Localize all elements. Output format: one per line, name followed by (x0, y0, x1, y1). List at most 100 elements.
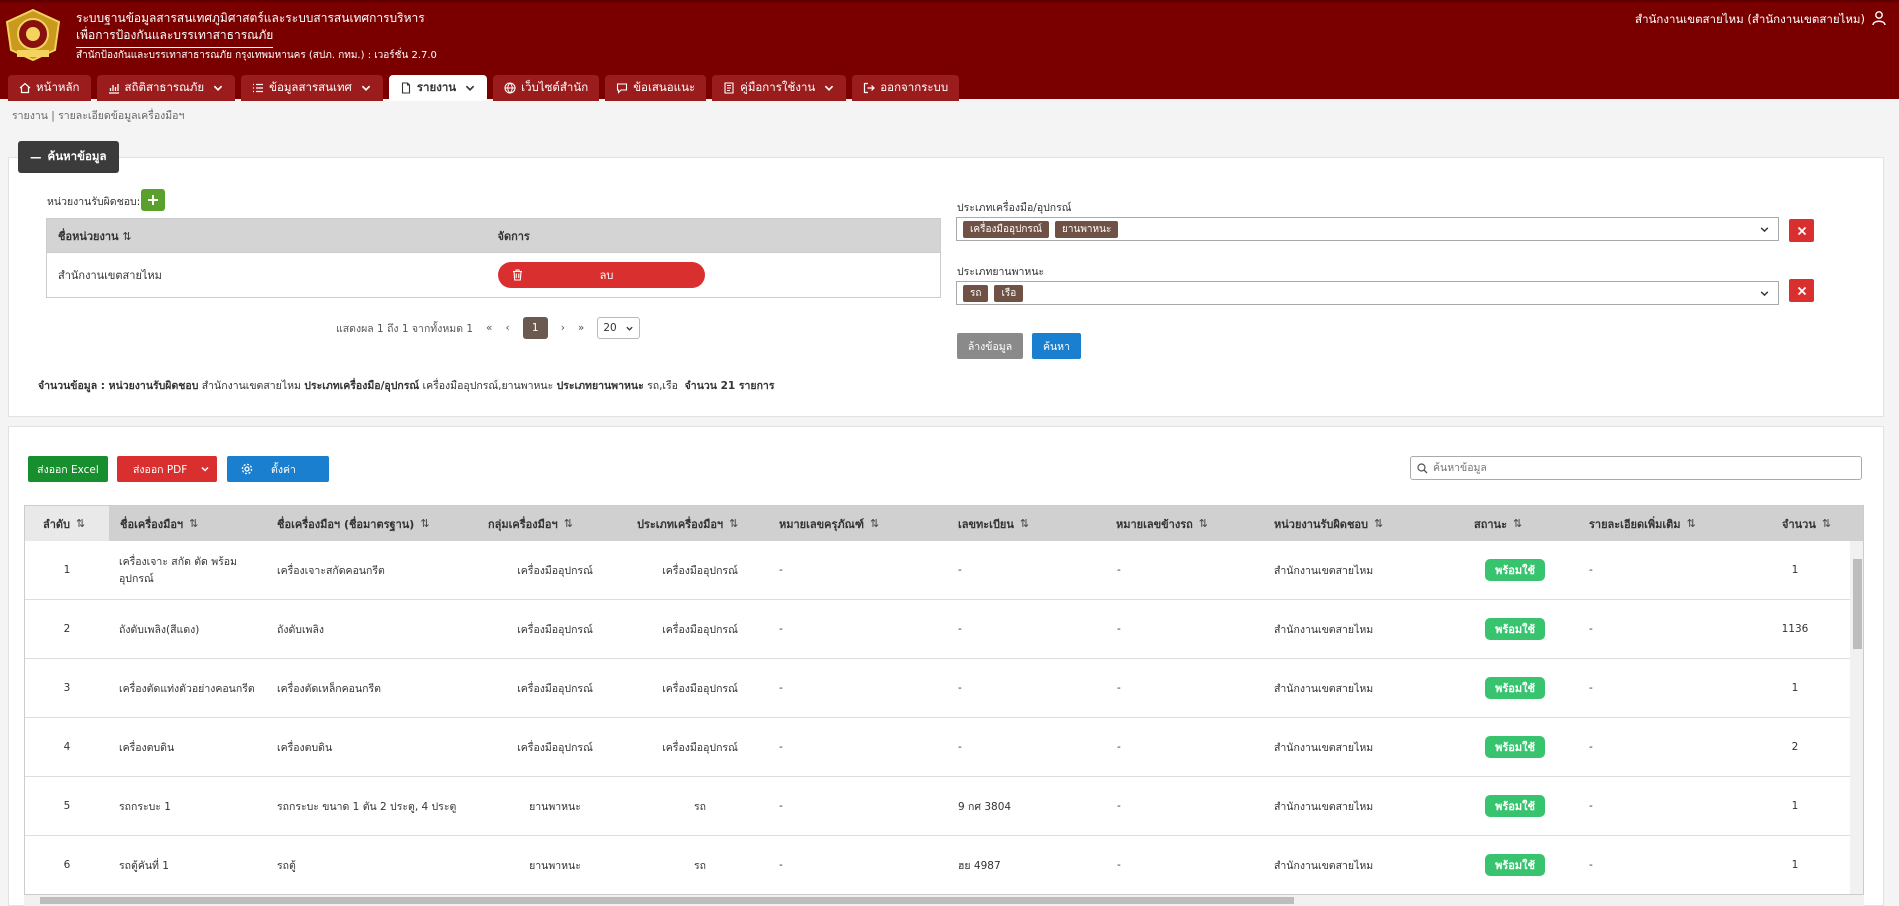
col-header-name[interactable]: ชื่อเครื่องมือฯ ⇅ (120, 506, 198, 541)
nav-website[interactable]: เว็บไซต์สำนัก (493, 75, 600, 101)
cell-name: เครื่องเจาะ สกัด ตัด พร้อม อุปกรณ์ (119, 556, 237, 585)
current-page-button[interactable]: 1 (522, 317, 548, 339)
search-panel-toggle[interactable]: — ค้นหาข้อมูล (18, 141, 119, 173)
nav-information[interactable]: ข้อมูลสารสนเทศ (241, 75, 383, 101)
minus-icon: — (30, 150, 42, 164)
chip-car[interactable]: รถ (963, 284, 989, 302)
add-unit-button[interactable] (141, 189, 165, 211)
table-row[interactable]: 3 เครื่องตัดแท่งตัวอย่างคอนกรีต เครื่องตัด… (25, 659, 1850, 718)
nav-logout[interactable]: ออกจากระบบ (852, 75, 960, 101)
status-badge: พร้อมใช้ (1485, 559, 1545, 581)
status-badge: พร้อมใช้ (1485, 677, 1545, 699)
first-page-button[interactable]: « (486, 322, 492, 334)
cell-side-no: - (1117, 564, 1121, 576)
cell-asset-no: - (779, 741, 783, 753)
cell-asset-no: - (779, 564, 783, 576)
breadcrumb: รายงาน | รายละเอียดข้อมูลเครื่องมือฯ (12, 110, 185, 122)
table-search-box[interactable] (1410, 456, 1862, 480)
nav-website-label: เว็บไซต์สำนัก (521, 80, 589, 94)
cell-asset-no: - (779, 859, 783, 871)
user-icon[interactable] (1871, 10, 1887, 26)
col-header-group[interactable]: กลุ่มเครื่องมือฯ ⇅ (488, 506, 573, 541)
next-page-button[interactable]: › (561, 322, 565, 334)
user-name[interactable]: สำนักงานเขตสายไหม (สำนักงานเขตสายไหม) (1635, 11, 1865, 29)
cell-plate: - (958, 682, 962, 694)
table-row[interactable]: 4 เครื่องตบดิน เครื่องตบดิน เครื่องมืออุปกร… (25, 718, 1850, 777)
nav-home[interactable]: หน้าหลัก (8, 75, 91, 101)
nav-home-label: หน้าหลัก (36, 80, 80, 94)
col-header-asset-no[interactable]: หมายเลขครุภัณฑ์ ⇅ (779, 506, 879, 541)
cell-unit: สำนักงานเขตสายไหม (1274, 564, 1374, 577)
unit-name-header[interactable]: ชื่อหน่วยงาน ⇅ (46, 218, 487, 253)
cell-qty: 1 (1791, 682, 1799, 694)
unit-pagination: แสดงผล 1 ถึง 1 จากทั้งหมด 1 « ‹ 1 › » 20 (336, 317, 641, 339)
chip-equipment[interactable]: เครื่องมืออุปกรณ์ (963, 220, 1050, 238)
export-pdf-button[interactable]: ส่งออก PDF (117, 456, 217, 482)
nav-logout-label: ออกจากระบบ (880, 80, 949, 94)
col-header-std-name[interactable]: ชื่อเครื่องมือฯ (ชื่อมาตรฐาน) ⇅ (277, 506, 430, 541)
cell-type: เครื่องมืออุปกรณ์ (662, 741, 738, 754)
delete-unit-button[interactable]: ลบ (497, 262, 705, 288)
clear-button[interactable]: ล้างข้อมูล (957, 333, 1023, 359)
vertical-scrollbar-thumb[interactable] (1853, 559, 1862, 649)
page-size-select[interactable]: 20 (597, 317, 641, 339)
horizontal-scrollbar-thumb[interactable] (40, 897, 1294, 904)
table-row[interactable]: 1 เครื่องเจาะ สกัด ตัด พร้อม อุปกรณ์ เครื่… (25, 541, 1850, 600)
nav-feedback[interactable]: ข้อเสนอแนะ (605, 75, 707, 101)
nav-statistics[interactable]: สถิติสาธารณภัย (96, 75, 236, 101)
col-header-qty[interactable]: จำนวน ⇅ (1782, 506, 1831, 541)
chip-vehicle[interactable]: ยานพาหนะ (1055, 220, 1119, 238)
vehicle-type-select[interactable]: รถ เรือ (956, 281, 1779, 305)
table-row[interactable]: 6 รถตู้คันที่ 1 รถตู้ ยานพาหนะ รถ - ฮย 4987- สำ… (25, 836, 1850, 894)
prev-page-button[interactable]: ‹ (505, 322, 509, 334)
cell-std-name: ถังดับเพลิง (277, 623, 325, 636)
nav-manual-label: คู่มือการใช้งาน (740, 80, 816, 94)
cell-plate: - (958, 741, 962, 753)
col-header-status[interactable]: สถานะ ⇅ (1474, 506, 1522, 541)
col-header-no[interactable]: ลำดับ ⇅ (25, 506, 109, 541)
horizontal-scrollbar[interactable] (24, 895, 1864, 906)
col-header-side-no[interactable]: หมายเลขข้างรถ ⇅ (1116, 506, 1208, 541)
cell-side-no: - (1117, 623, 1121, 635)
cell-plate: 9 กศ 3804 (958, 800, 1012, 813)
file-icon (401, 82, 410, 94)
unit-name: สำนักงานเขตสายไหม (46, 252, 487, 298)
equipment-type-select[interactable]: เครื่องมืออุปกรณ์ ยานพาหนะ (956, 217, 1779, 241)
pagination-info: แสดงผล 1 ถึง 1 จากทั้งหมด 1 (336, 322, 474, 335)
col-header-plate[interactable]: เลขทะเบียน ⇅ (958, 506, 1029, 541)
vertical-scrollbar[interactable] (1850, 541, 1863, 894)
list-icon (253, 83, 264, 93)
cell-type: เครื่องมืออุปกรณ์ (662, 682, 738, 695)
clear-vehicle-type-button[interactable] (1789, 279, 1814, 302)
col-header-unit[interactable]: หน่วยงานรับผิดชอบ ⇅ (1274, 506, 1383, 541)
nav-reports[interactable]: รายงาน (388, 75, 488, 101)
equipment-type-label: ประเภทเครื่องมือ/อุปกรณ์ (957, 202, 1072, 214)
col-header-type[interactable]: ประเภทเครื่องมือฯ ⇅ (637, 506, 738, 541)
nav-manual[interactable]: คู่มือการใช้งาน (712, 75, 847, 101)
cell-qty: 1 (1791, 800, 1799, 812)
table-search-input[interactable] (1433, 462, 1853, 474)
cell-unit: สำนักงานเขตสายไหม (1274, 682, 1374, 695)
equipment-table-body: 1 เครื่องเจาะ สกัด ตัด พร้อม อุปกรณ์เครื่… (25, 541, 1850, 894)
cell-no: 1 (63, 564, 71, 576)
organization-logo (5, 8, 61, 62)
clear-equipment-type-button[interactable] (1789, 219, 1814, 242)
export-excel-button[interactable]: ส่งออก Excel (28, 456, 108, 482)
chevron-down-icon (825, 85, 834, 91)
cell-name: รถตู้คันที่ 1 (119, 859, 169, 872)
search-button[interactable]: ค้นหา (1032, 333, 1081, 359)
cell-status: พร้อมใช้ (1445, 659, 1585, 717)
table-row[interactable]: 5 รถกระบะ 1 รถกระบะ ขนาด 1 ตัน 2 ประตู, 4 … (25, 777, 1850, 836)
close-icon (1797, 226, 1806, 235)
settings-button[interactable]: ตั้งค่า (227, 456, 329, 482)
cell-detail: - (1589, 741, 1593, 753)
system-title-line2: เพื่อการป้องกันและบรรเทาสาธารณภัย (76, 26, 274, 48)
col-header-detail[interactable]: รายละเอียดเพิ่มเติม ⇅ (1589, 506, 1696, 541)
cell-detail: - (1589, 800, 1593, 812)
equipment-table-header: ลำดับ ⇅ ชื่อเครื่องมือฯ ⇅ ชื่อเครื่องมือฯ … (25, 506, 1863, 541)
last-page-button[interactable]: » (578, 322, 584, 334)
cell-status: พร้อมใช้ (1445, 836, 1585, 894)
table-row[interactable]: 2 ถังดับเพลิง(สีแดง) ถังดับเพลิง เครื่องมือ… (25, 600, 1850, 659)
chip-boat[interactable]: เรือ (994, 284, 1024, 302)
chevron-down-icon (361, 85, 371, 91)
